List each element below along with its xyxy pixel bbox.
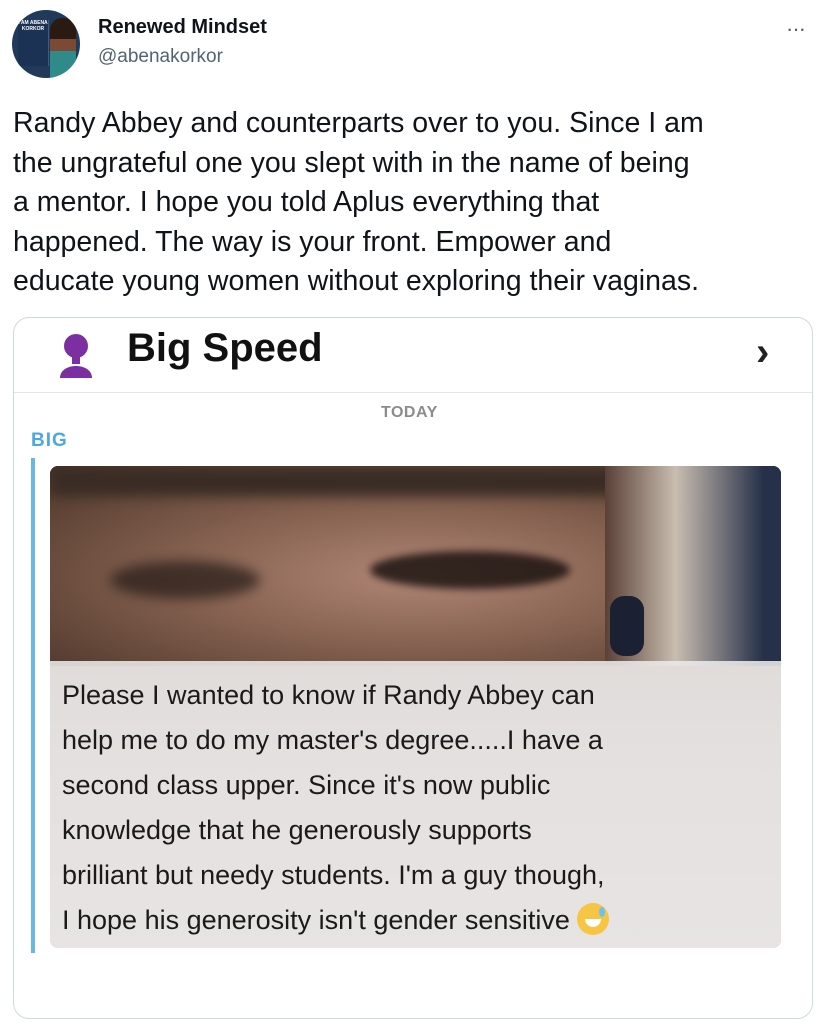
chat-title: Big Speed	[127, 326, 323, 370]
chevron-right-icon[interactable]: ›	[756, 330, 769, 375]
snap-caption: Please I wanted to know if Randy Abbey c…	[62, 673, 774, 943]
tweet-text: Randy Abbey and counterparts over to you…	[13, 107, 704, 297]
avatar-book-text: I AM ABENA KORKOR	[18, 20, 48, 32]
avatar-person	[50, 18, 76, 78]
sweat-smile-emoji-icon	[577, 903, 610, 935]
author-avatar[interactable]: I AM ABENA KORKOR	[12, 10, 80, 78]
photo-eye-right	[370, 551, 570, 589]
sender-accent-bar	[31, 458, 35, 953]
bitmoji-silhouette-icon	[60, 334, 92, 378]
chat-header: Big Speed ›	[14, 318, 812, 393]
author-name[interactable]: Renewed Mindset	[98, 16, 267, 39]
avatar-book-cover: I AM ABENA KORKOR	[18, 20, 49, 66]
tweet-media-card[interactable]: Big Speed › TODAY BIG Please I wanted to…	[13, 317, 813, 1019]
date-divider: TODAY	[381, 404, 438, 421]
snap-photo[interactable]: Please I wanted to know if Randy Abbey c…	[50, 466, 781, 948]
photo-earring	[610, 596, 644, 656]
author-handle[interactable]: @abenakorkor	[98, 46, 223, 68]
photo-eye-left	[110, 561, 260, 599]
snap-caption-text: Please I wanted to know if Randy Abbey c…	[62, 680, 605, 935]
more-options-icon[interactable]: ···	[786, 16, 806, 42]
sender-label: BIG	[31, 430, 68, 451]
